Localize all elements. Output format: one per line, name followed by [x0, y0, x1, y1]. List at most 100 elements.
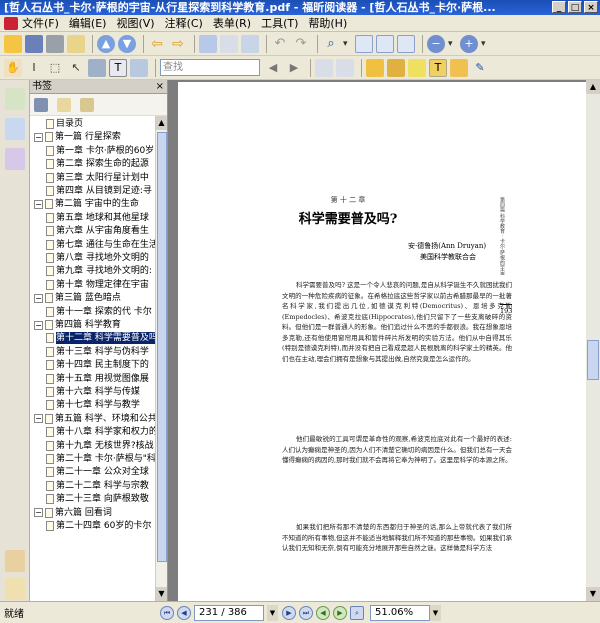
pages-tab-icon[interactable] — [4, 118, 25, 140]
chevron-down-icon[interactable]: ▾ — [343, 39, 355, 49]
bookmark-item[interactable]: 第十章 物理定律在宇宙 — [46, 279, 149, 291]
menu-edit[interactable]: 编辑(E) — [69, 15, 107, 31]
scroll-down-arrow-icon[interactable]: ▼ — [156, 587, 167, 601]
bookmark-item[interactable]: 第十八章 科学家和权力的 — [46, 426, 158, 438]
scroll-up-arrow-icon[interactable]: ▲ — [586, 80, 600, 94]
snapshot-icon[interactable]: ⬚ — [46, 59, 64, 77]
menu-form[interactable]: 表单(R) — [213, 15, 251, 31]
bookmark-item[interactable]: 第三章 太阳行星计划中 — [46, 172, 149, 184]
bookmark-item[interactable]: 第一章 卡尔·萨根的60岁 — [46, 145, 154, 157]
menu-comment[interactable]: 注释(C) — [165, 15, 203, 31]
save-icon[interactable] — [25, 34, 43, 53]
close-button[interactable]: × — [584, 1, 598, 13]
undo-icon[interactable]: ↶ — [271, 35, 289, 53]
pages-icon[interactable] — [220, 34, 238, 53]
back-arrow-icon[interactable]: ⇦ — [148, 35, 166, 53]
collapse-toggle-icon[interactable]: − — [34, 414, 43, 424]
bookmark-item[interactable]: 第十四章 民主制度下的 — [46, 359, 149, 371]
expand-bookmark-icon[interactable] — [80, 97, 94, 112]
minimize-button[interactable]: _ — [552, 1, 566, 13]
bookmark-item[interactable]: 第二十四章 60岁的卡尔 — [46, 520, 151, 532]
search-forward-icon[interactable]: ▶ — [285, 59, 303, 77]
bookmark-section[interactable]: − 第五篇 科学、环境和公共政 — [34, 413, 166, 425]
highlight-icon[interactable] — [408, 58, 426, 77]
bookmark-item[interactable]: 第十一章 探索的代 卡尔 — [46, 306, 152, 318]
attachments-tab-icon[interactable] — [4, 550, 25, 572]
zoom-field[interactable]: 51.06% — [370, 604, 430, 621]
callout-icon[interactable] — [450, 58, 468, 77]
bookmark-item[interactable]: 第二十章 卡尔·萨根与"科 — [46, 453, 156, 465]
scroll-down-arrow-icon[interactable]: ▼ — [586, 587, 600, 601]
bookmark-item[interactable]: 第十二章 科学需要普及吗 — [46, 332, 158, 345]
forward-arrow-icon[interactable]: ⇨ — [169, 35, 187, 53]
bookmark-item[interactable]: 第十七章 科学与教学 — [46, 399, 140, 411]
menu-view[interactable]: 视图(V) — [116, 15, 154, 31]
paperclip-icon[interactable] — [4, 578, 25, 600]
bookmark-item[interactable]: 第七章 通往与生命在生活 — [46, 239, 158, 251]
scroll-up-icon[interactable]: ▲ — [97, 34, 115, 53]
collapse-toggle-icon[interactable]: − — [34, 293, 43, 303]
zoom-status-icon[interactable]: ⌕ — [350, 605, 364, 620]
print-icon[interactable] — [46, 34, 64, 53]
nav-back-icon[interactable]: ◀ — [316, 605, 330, 620]
bookmark-section[interactable]: − 第四篇 科学教育 — [34, 319, 121, 331]
binoculars-icon[interactable] — [88, 58, 106, 77]
rotate-right-icon[interactable] — [336, 58, 354, 77]
bookmark-item[interactable]: 第六章 从宇宙角度看生 — [46, 225, 149, 237]
rotate-left-icon[interactable] — [315, 58, 333, 77]
first-page-icon[interactable]: ⏮ — [160, 605, 174, 620]
bookmark-item[interactable]: 第九章 寻找地外文明的: — [46, 265, 152, 277]
bookmark-item[interactable]: 第十五章 用视觉图像展 — [46, 373, 149, 385]
scroll-down-icon[interactable]: ▼ — [118, 34, 136, 53]
zoom-out-icon[interactable]: − — [427, 34, 445, 53]
chevron-down-icon[interactable]: ▾ — [448, 39, 460, 49]
pencil-icon[interactable]: ✎ — [471, 59, 489, 77]
menu-file[interactable]: 文件(F) — [22, 15, 59, 31]
bookmark-item[interactable]: 第四章 从目镜到足迹:寻 — [46, 185, 152, 197]
collapse-toggle-icon[interactable]: − — [34, 320, 43, 330]
view-icon[interactable] — [199, 34, 217, 53]
select-text-icon[interactable]: I — [25, 59, 43, 77]
bookmark-item[interactable]: 第十九章 无核世界?核战 — [46, 440, 154, 452]
search-input[interactable]: 查找 — [160, 59, 260, 76]
bookmark-item[interactable]: 第二十三章 向萨根致敬 — [46, 493, 149, 505]
close-panel-button[interactable]: × — [156, 80, 164, 94]
bookmark-item[interactable]: 第二十一章 公众对全球 — [46, 466, 149, 478]
bookmark-item[interactable]: 第五章 地球和其他星球 — [46, 212, 149, 224]
bookmark-item[interactable]: 第二十二章 科学与宗教 — [46, 480, 149, 492]
chevron-down-icon[interactable]: ▾ — [481, 39, 493, 49]
fit-width-icon[interactable] — [376, 34, 394, 53]
bookmark-section[interactable]: − 第六篇 回看词 — [34, 507, 112, 519]
image-icon[interactable] — [130, 58, 148, 77]
menu-tools[interactable]: 工具(T) — [261, 15, 298, 31]
bookmark-item[interactable]: 第二章 探索生命的起源 — [46, 158, 149, 170]
bookmark-item[interactable]: 第八章 寻找地外文明的 — [46, 252, 149, 264]
redo-icon[interactable]: ↷ — [292, 35, 310, 53]
search-back-icon[interactable]: ◀ — [264, 59, 282, 77]
bookmark-item[interactable]: 第十六章 科学与传媒 — [46, 386, 140, 398]
select-arrow-icon[interactable]: ↖ — [67, 59, 85, 77]
email-icon[interactable] — [67, 34, 85, 53]
typewriter-icon[interactable]: T — [429, 58, 447, 77]
collapse-toggle-icon[interactable]: − — [34, 199, 43, 209]
bookmark-item[interactable]: 第十三章 科学与伪科学 — [46, 346, 149, 358]
actual-size-icon[interactable] — [397, 34, 415, 53]
scroll-thumb[interactable] — [587, 340, 599, 380]
app-icon[interactable] — [4, 16, 18, 30]
open-folder-icon[interactable] — [4, 34, 22, 53]
nav-forward-icon[interactable]: ▶ — [333, 605, 347, 620]
find-icon[interactable] — [241, 34, 259, 53]
scroll-thumb[interactable] — [157, 132, 167, 562]
zoom-in-icon[interactable]: + — [460, 34, 478, 53]
hand-tool-icon[interactable]: ✋ — [4, 58, 22, 77]
text-field-icon[interactable]: T — [109, 58, 127, 77]
scroll-up-arrow-icon[interactable]: ▲ — [156, 116, 167, 130]
delete-bookmark-icon[interactable] — [34, 97, 48, 112]
note-icon[interactable] — [387, 58, 405, 77]
new-bookmark-icon[interactable] — [57, 97, 71, 112]
restore-button[interactable]: □ — [568, 1, 582, 13]
next-page-icon[interactable]: ▶ — [282, 605, 296, 620]
bookmark-scrollbar[interactable]: ▲ ▼ — [155, 116, 167, 601]
bookmark-section[interactable]: − 第三篇 蓝色暗点 — [34, 292, 121, 304]
bookmark-section[interactable]: − 第一篇 行星探索 — [34, 131, 121, 143]
